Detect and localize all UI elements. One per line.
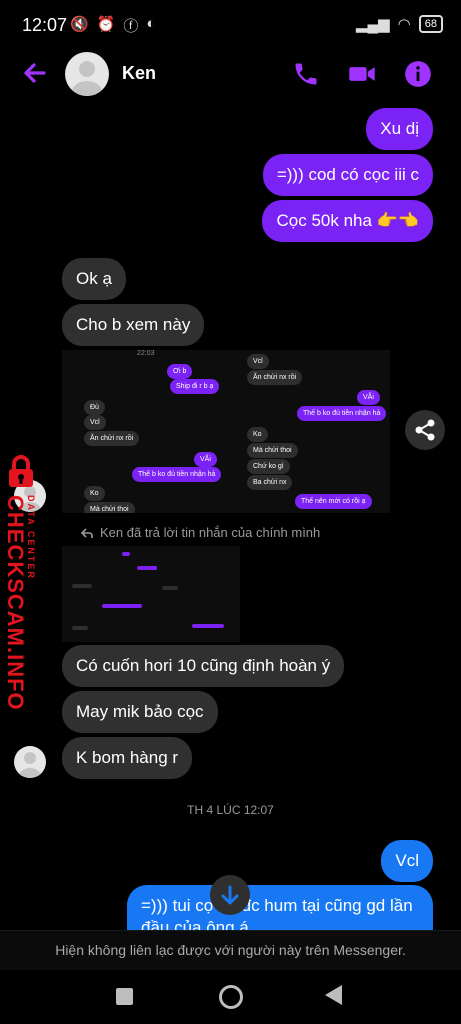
mini-bubble: Ba chửi nx — [247, 475, 293, 490]
info-icon[interactable] — [404, 60, 432, 88]
arrow-down-icon — [221, 885, 239, 905]
mini-bubble: Ăn chửi nx rồi — [247, 370, 303, 385]
mini-bubble: VÃi — [194, 452, 217, 467]
mini-bubble — [72, 584, 92, 588]
mini-bubble — [192, 624, 224, 628]
back-button[interactable] — [325, 985, 342, 1005]
signal-icon: ▂▄▆ — [355, 16, 390, 33]
facebook-icon: ⓕ — [123, 18, 139, 35]
mini-bubble: Mà chửi thoi — [84, 502, 135, 513]
screenshot-left-pane: 22:03 Ơi b Ship đi r b ạ Đù Vcl Ăn chửi … — [62, 350, 225, 513]
mini-bubble: Thế b ko đủ tiền nhận hả — [297, 406, 387, 421]
mini-bubble — [162, 586, 178, 590]
unavailable-text: Hiện không liên lạc được với người này t… — [55, 942, 406, 958]
share-icon — [415, 419, 435, 441]
sent-message[interactable]: =))) cod có cọc iii c — [262, 154, 433, 196]
home-button[interactable] — [219, 985, 243, 1009]
status-time: 12:07 — [22, 15, 68, 35]
received-message[interactable]: Cho b xem này — [62, 304, 205, 346]
watermark-text: CHECKSCAM.INFO — [3, 495, 28, 711]
recents-button[interactable] — [116, 988, 133, 1005]
status-icons-right: ▂▄▆ ◠ 68 — [356, 15, 443, 33]
quoted-screenshot-image[interactable] — [62, 546, 240, 642]
mini-bubble: Ơi b — [167, 364, 193, 379]
app-icon: ◐ — [146, 15, 156, 32]
sent-message[interactable]: Vcl — [381, 840, 433, 882]
received-message[interactable]: May mik bảo cọc — [62, 691, 218, 733]
mini-bubble: VÃi — [357, 390, 380, 405]
screenshot-right-pane: Vcl Ăn chửi nx rồi VÃi Thế b ko đủ tiền … — [227, 350, 390, 513]
alarm-icon: ⏰ — [96, 16, 116, 33]
contact-avatar[interactable] — [65, 52, 109, 96]
video-call-icon[interactable] — [347, 60, 375, 88]
mini-bubble: Thế b ko đủ tiền nhận hả — [132, 467, 222, 482]
chat-header: Ken — [0, 50, 461, 98]
mini-bubble — [102, 604, 142, 608]
mini-bubble: Đù — [84, 400, 105, 415]
mini-bubble: Ship đi r b ạ — [170, 379, 220, 394]
mini-bubble: Ko — [84, 486, 105, 501]
status-bar: 12:07 🔇 ⏰ ⓕ ◐ ▂▄▆ ◠ 68 — [0, 0, 461, 50]
mini-bubble — [72, 626, 88, 630]
mini-bubble: Ăn chửi nx rồi — [84, 431, 140, 446]
received-message[interactable]: K bom hàng r — [62, 737, 193, 779]
reply-note-text: Ken đã trả lời tin nhắn của chính mình — [100, 525, 321, 540]
received-message[interactable]: Ok ạ — [62, 258, 126, 300]
mini-bubble: Vcl — [84, 415, 106, 430]
mini-bubble: Thế nên mới có rồi ạ — [295, 494, 372, 509]
contact-name[interactable]: Ken — [122, 63, 156, 84]
system-nav-bar — [0, 970, 461, 1024]
lock-icon — [6, 455, 36, 489]
sent-message[interactable]: Xu dị — [366, 108, 433, 150]
mini-bubble: Chứ ko gì — [247, 459, 290, 474]
status-icons-left: 🔇 ⏰ ⓕ ◐ — [70, 15, 155, 36]
share-button[interactable] — [405, 410, 445, 450]
reply-note: Ken đã trả lời tin nhắn của chính mình — [80, 525, 320, 540]
screenshot-time: 22:03 — [137, 350, 155, 357]
received-message[interactable]: Có cuốn hori 10 cũng định hoàn ý — [62, 645, 345, 687]
wifi-icon: ◠ — [397, 16, 411, 33]
scroll-to-bottom-button[interactable] — [210, 875, 250, 915]
watermark-subtext: DATA CENTER — [26, 495, 36, 580]
unavailable-footer: Hiện không liên lạc được với người này t… — [0, 930, 461, 971]
battery-icon: 68 — [418, 15, 443, 33]
mini-bubble: Ko — [247, 427, 268, 442]
back-arrow-icon[interactable] — [20, 58, 50, 88]
phone-call-icon[interactable] — [292, 60, 320, 88]
shared-screenshot-image[interactable]: 22:03 Ơi b Ship đi r b ạ Đù Vcl Ăn chửi … — [62, 350, 390, 513]
sent-message[interactable]: Cọc 50k nha 👉👈 — [262, 200, 433, 242]
mute-icon: 🔇 — [70, 16, 89, 33]
timestamp-divider: TH 4 LÚC 12:07 — [187, 803, 274, 817]
contact-avatar-small[interactable] — [14, 746, 46, 778]
watermark: CHECKSCAM.INFO DATA CENTER — [0, 455, 60, 711]
mini-bubble — [122, 552, 130, 556]
mini-bubble — [137, 566, 157, 570]
mini-bubble: Vcl — [247, 354, 269, 369]
mini-bubble: Mà chửi thoi — [247, 443, 298, 458]
reply-icon — [80, 527, 93, 538]
